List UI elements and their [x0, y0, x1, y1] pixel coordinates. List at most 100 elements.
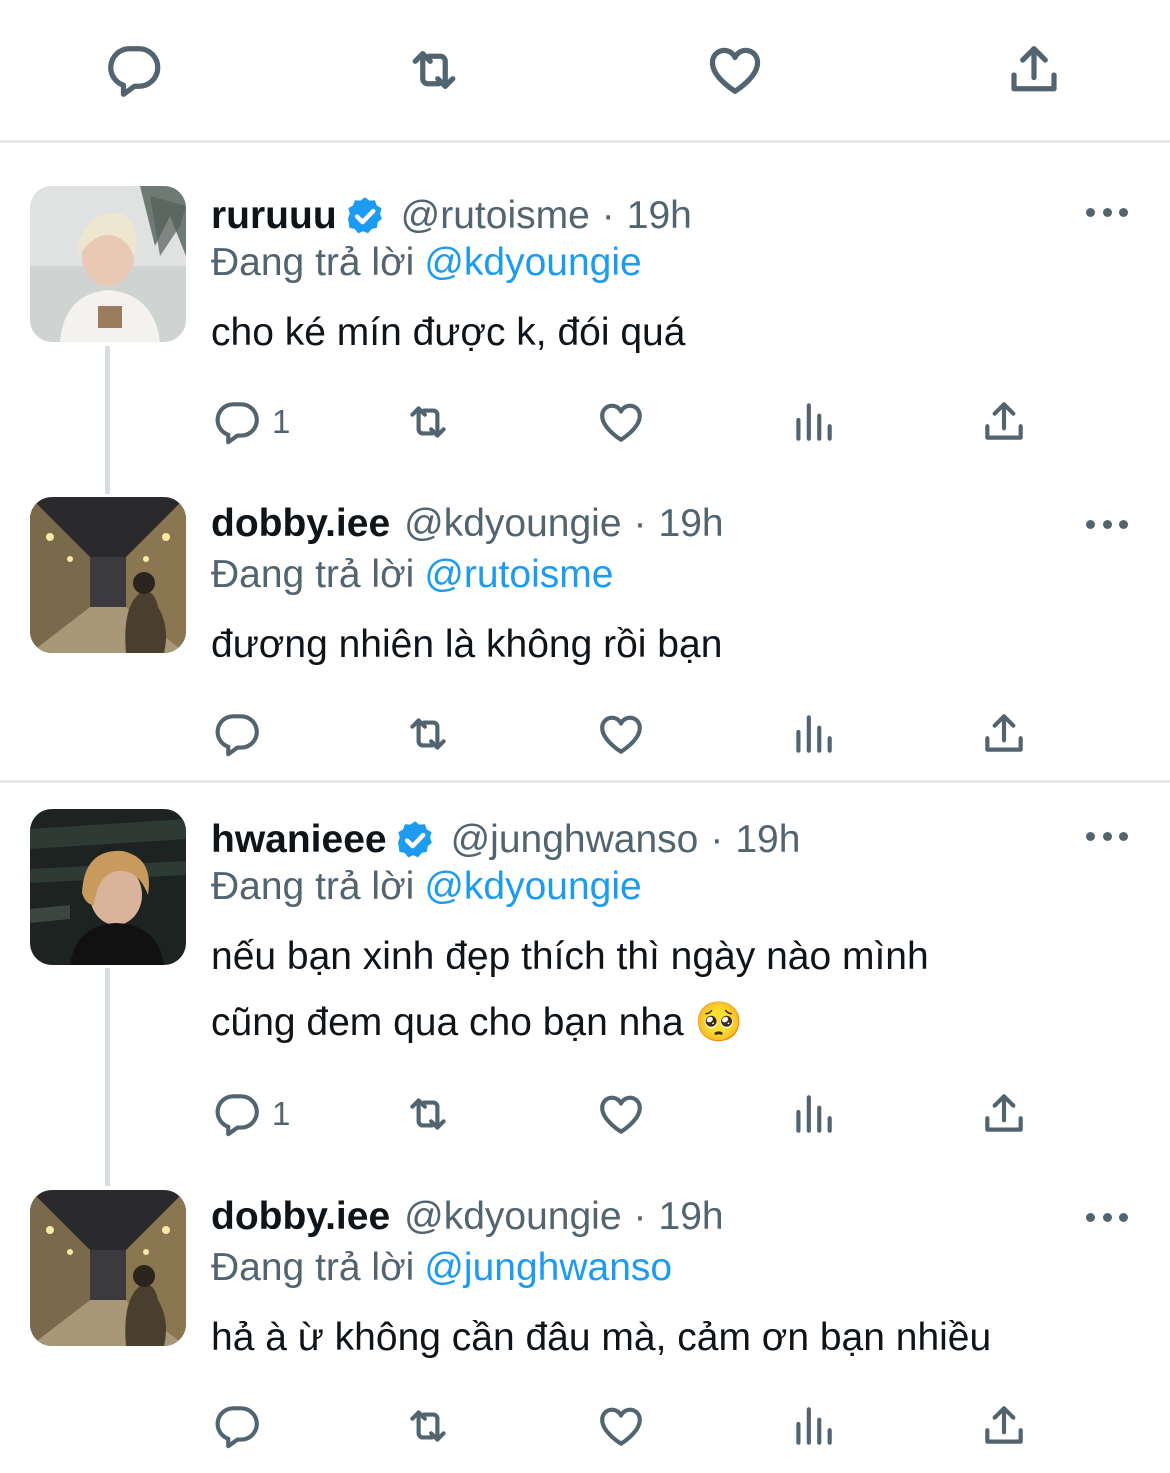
- avatar[interactable]: [30, 497, 186, 653]
- tweet-text: đương nhiên là không rồi bạn: [211, 612, 722, 678]
- timestamp[interactable]: 19h: [735, 818, 800, 862]
- retweet-icon[interactable]: [404, 40, 464, 100]
- reply-icon: [212, 1401, 262, 1451]
- reply-icon: [212, 397, 262, 447]
- share-icon: [979, 397, 1029, 447]
- like-icon: [596, 709, 646, 759]
- tweet-header: hwanieee @junghwanso · 19h: [211, 812, 800, 868]
- replying-to-label: Đang trả lời: [211, 553, 415, 596]
- retweet-button[interactable]: [403, 1396, 453, 1456]
- tweet-header: dobby.iee @kdyoungie · 19h: [211, 496, 724, 552]
- reply-button[interactable]: [212, 704, 262, 764]
- retweet-icon: [403, 397, 453, 447]
- main-tweet-action-bar: [0, 0, 1170, 143]
- reply-button[interactable]: [212, 1396, 262, 1456]
- reply-icon[interactable]: [104, 40, 164, 100]
- reply-icon: [212, 1089, 262, 1139]
- reply-button[interactable]: 1: [212, 392, 290, 452]
- share-button[interactable]: [979, 1396, 1029, 1456]
- reply-count: 1: [272, 403, 291, 440]
- separator-dot: ·: [633, 502, 647, 545]
- separator-dot: ·: [633, 1195, 647, 1238]
- avatar[interactable]: [30, 809, 186, 965]
- tweet-text: hả à ừ không cần đâu mà, cảm ơn bạn nhiề…: [211, 1305, 991, 1371]
- display-name[interactable]: hwanieee: [211, 818, 387, 862]
- display-name[interactable]: dobby.iee: [211, 1195, 390, 1239]
- like-button[interactable]: [596, 704, 646, 764]
- tweet-text-line: cho ké mín được k, đói quá: [211, 311, 686, 354]
- display-name[interactable]: ruruuu: [211, 194, 337, 238]
- replying-to: Đang trả lời @rutoisme: [211, 553, 613, 597]
- thread-divider: [0, 780, 1170, 783]
- replying-to-label: Đang trả lời: [211, 865, 415, 908]
- verified-badge-icon: [343, 194, 387, 238]
- tweet-action-bar: [0, 704, 1170, 764]
- more-options-icon[interactable]: [1086, 517, 1128, 531]
- like-icon: [596, 1401, 646, 1451]
- replying-to-label: Đang trả lời: [211, 241, 415, 284]
- more-options-icon[interactable]: [1086, 829, 1128, 843]
- tweet-header: dobby.iee @kdyoungie · 19h: [211, 1189, 724, 1245]
- mention-link[interactable]: @kdyoungie: [424, 241, 641, 284]
- replying-to: Đang trả lời @kdyoungie: [211, 865, 642, 909]
- reply-count: 1: [272, 1095, 291, 1132]
- thread-connector: [105, 968, 110, 1186]
- retweet-icon: [403, 709, 453, 759]
- like-button[interactable]: [596, 1084, 646, 1144]
- display-name[interactable]: dobby.iee: [211, 502, 390, 546]
- avatar[interactable]: [30, 1190, 186, 1346]
- reply-button[interactable]: 1: [212, 1084, 290, 1144]
- like-icon[interactable]: [705, 40, 765, 100]
- tweet-text-line: cũng đem qua cho bạn nha 🥺: [211, 1001, 744, 1044]
- retweet-button[interactable]: [403, 704, 453, 764]
- like-button[interactable]: [596, 1396, 646, 1456]
- stats-icon: [788, 1089, 838, 1139]
- mention-link[interactable]: @kdyoungie: [424, 865, 641, 908]
- share-button[interactable]: [979, 392, 1029, 452]
- user-handle[interactable]: @kdyoungie: [404, 502, 621, 546]
- tweet-text-line: đương nhiên là không rồi bạn: [211, 623, 723, 666]
- share-button[interactable]: [979, 704, 1029, 764]
- mention-link[interactable]: @rutoisme: [424, 553, 613, 596]
- share-icon: [979, 1089, 1029, 1139]
- views-button[interactable]: [788, 392, 838, 452]
- tweet-action-bar: [0, 1396, 1170, 1456]
- verified-badge-icon: [393, 818, 437, 862]
- tweet-header: ruruuu @rutoisme · 19h: [211, 188, 692, 244]
- replying-to: Đang trả lời @kdyoungie: [211, 241, 642, 285]
- retweet-button[interactable]: [403, 1084, 453, 1144]
- share-icon: [979, 709, 1029, 759]
- more-options-icon[interactable]: [1086, 1210, 1128, 1224]
- avatar[interactable]: [30, 186, 186, 342]
- views-button[interactable]: [788, 704, 838, 764]
- share-icon[interactable]: [1004, 40, 1064, 100]
- stats-icon: [788, 1401, 838, 1451]
- timestamp[interactable]: 19h: [659, 1195, 724, 1239]
- tweet-text-line: nếu bạn xinh đẹp thích thì ngày nào mình: [211, 935, 929, 978]
- retweet-button[interactable]: [403, 392, 453, 452]
- user-handle[interactable]: @kdyoungie: [404, 1195, 621, 1239]
- user-handle[interactable]: @rutoisme: [401, 194, 590, 238]
- share-icon: [979, 1401, 1029, 1451]
- more-options-icon[interactable]: [1086, 205, 1128, 219]
- separator-dot: ·: [601, 194, 615, 237]
- stats-icon: [788, 709, 838, 759]
- like-button[interactable]: [596, 392, 646, 452]
- tweet-text-line: hả à ừ không cần đâu mà, cảm ơn bạn nhiề…: [211, 1316, 992, 1359]
- retweet-icon: [403, 1089, 453, 1139]
- user-handle[interactable]: @junghwanso: [451, 818, 699, 862]
- like-icon: [596, 397, 646, 447]
- retweet-icon: [403, 1401, 453, 1451]
- separator-dot: ·: [710, 818, 724, 861]
- tweet-text: nếu bạn xinh đẹp thích thì ngày nào mình…: [211, 924, 929, 1056]
- views-button[interactable]: [788, 1396, 838, 1456]
- views-button[interactable]: [788, 1084, 838, 1144]
- share-button[interactable]: [979, 1084, 1029, 1144]
- mention-link[interactable]: @junghwanso: [424, 1246, 672, 1289]
- tweet-action-bar: 1: [0, 392, 1170, 452]
- timestamp[interactable]: 19h: [627, 194, 692, 238]
- replying-to-label: Đang trả lời: [211, 1246, 415, 1289]
- tweet-action-bar: 1: [0, 1084, 1170, 1144]
- tweet-text: cho ké mín được k, đói quá: [211, 300, 685, 366]
- timestamp[interactable]: 19h: [659, 502, 724, 546]
